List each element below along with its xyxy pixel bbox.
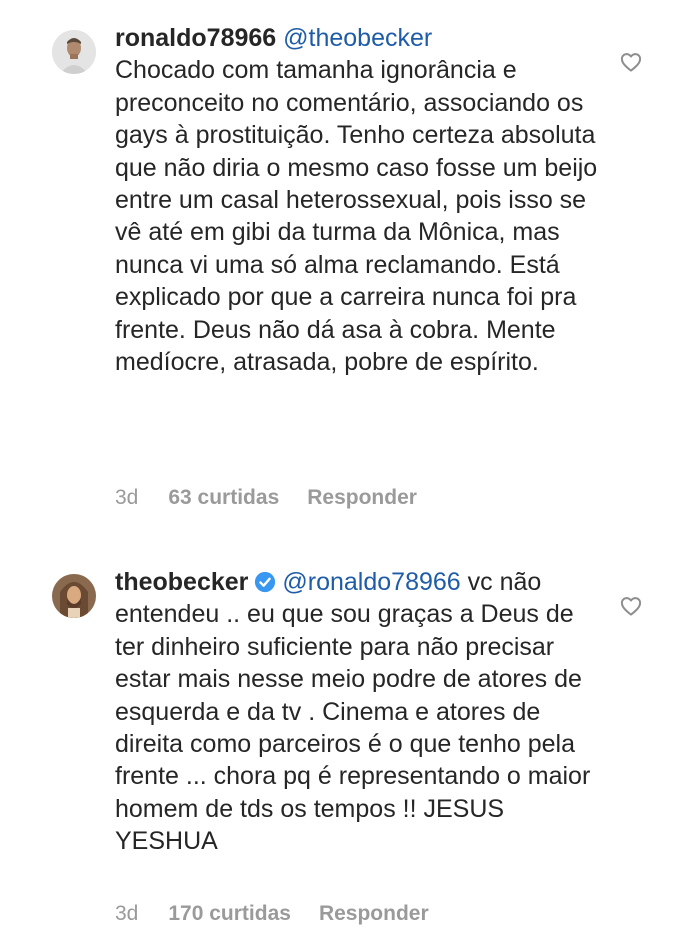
comment-text: Chocado com tamanha ignorância e preconc… — [115, 56, 598, 377]
avatar-theobecker[interactable] — [52, 574, 96, 618]
avatar-image — [52, 574, 96, 618]
comment-time: 3d — [115, 902, 139, 925]
reply-button[interactable]: Responder — [319, 902, 429, 925]
comment-username[interactable]: ronaldo78966 — [115, 24, 276, 52]
comment-meta: 3d 170 curtidas Responder — [115, 902, 457, 926]
comment-mention[interactable]: @theobecker — [283, 24, 432, 52]
comment-text-block: ronaldo78966 @theobecker Chocado com tam… — [115, 22, 605, 378]
comment-body: ronaldo78966 @theobecker Chocado com tam… — [115, 22, 605, 378]
comment-text-block: theobecker @ronaldo78966 vc não entendeu … — [115, 566, 605, 858]
reply-button[interactable]: Responder — [307, 486, 417, 509]
comment-username[interactable]: theobecker — [115, 568, 248, 596]
comment-time: 3d — [115, 486, 139, 509]
comment-body: theobecker @ronaldo78966 vc não entendeu … — [115, 566, 605, 858]
comment-likes[interactable]: 170 curtidas — [168, 902, 291, 925]
heart-outline-icon[interactable] — [620, 52, 642, 72]
heart-outline-icon[interactable] — [620, 596, 642, 616]
verified-badge-icon — [255, 571, 276, 593]
comment-likes[interactable]: 63 curtidas — [168, 486, 279, 509]
comment-mention[interactable]: @ronaldo78966 — [282, 568, 460, 596]
avatar-image — [52, 30, 96, 74]
comment-meta: 3d 63 curtidas Responder — [115, 486, 445, 510]
avatar-ronaldo[interactable] — [52, 30, 96, 74]
comment-text: vc não entendeu .. eu que sou graças a D… — [115, 568, 591, 856]
